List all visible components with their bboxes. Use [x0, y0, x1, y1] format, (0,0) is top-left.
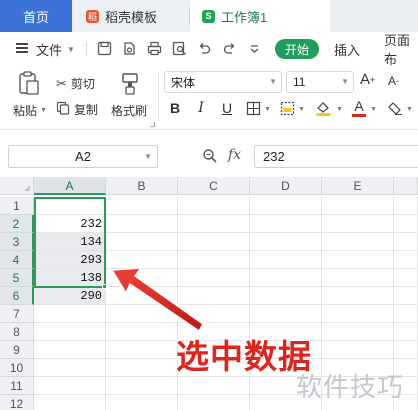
- annotation-label: 选中数据: [175, 336, 312, 377]
- watermark-text: 软件技巧: [296, 373, 405, 403]
